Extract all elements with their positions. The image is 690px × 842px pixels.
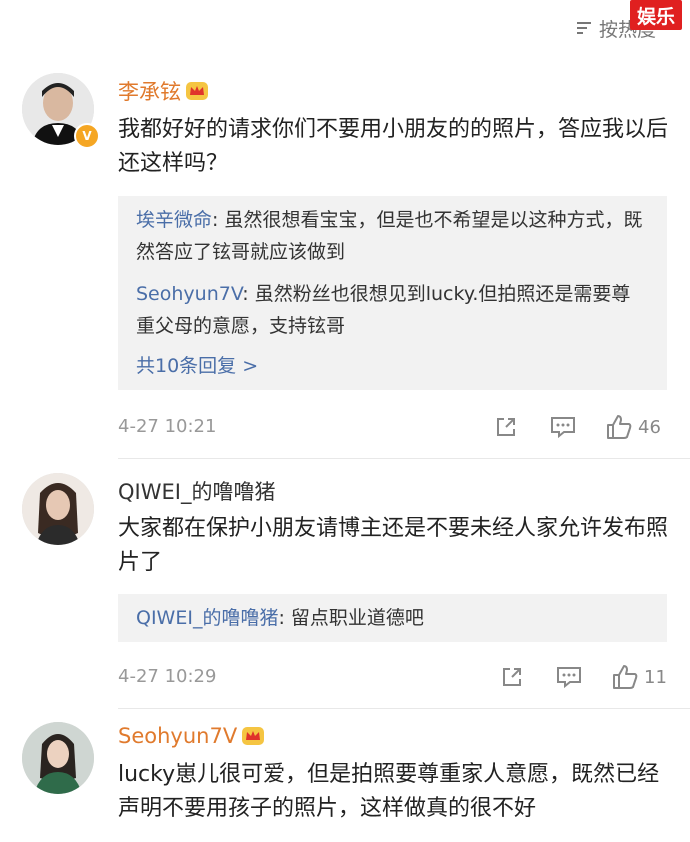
- share-icon: [503, 668, 521, 686]
- like-button[interactable]: 46: [606, 412, 661, 442]
- comment-meta: 4-27 10:21 46: [118, 412, 678, 442]
- verified-badge-icon: V: [74, 123, 100, 149]
- comment-button[interactable]: [556, 662, 582, 692]
- reply-item: Seohyun7V: 虽然粉丝也很想见到lucky.但拍照还是需要尊重父母的意愿…: [136, 283, 631, 337]
- avatar-photo-icon: [22, 722, 94, 794]
- more-replies-link[interactable]: 共10条回复 >: [136, 350, 649, 382]
- like-count: 46: [638, 416, 661, 438]
- share-button[interactable]: [494, 412, 518, 442]
- comment-username[interactable]: Seohyun7V: [118, 724, 265, 748]
- watermark-badge: 娱乐: [630, 0, 682, 30]
- reply-text: 留点职业道德吧: [290, 607, 424, 629]
- reply-username[interactable]: QIWEI_的噜噜猪: [136, 607, 278, 629]
- like-count: 11: [644, 666, 667, 688]
- like-button[interactable]: 11: [612, 662, 667, 692]
- comment-time: 4-27 10:29: [118, 666, 217, 687]
- thumbs-up-icon: [613, 665, 638, 689]
- replies-box[interactable]: 埃辛微命: 虽然很想看宝宝，但是也不希望是以这种方式，既然答应了铉哥就应该做到 …: [118, 196, 667, 390]
- vip-crown-icon: [186, 82, 208, 100]
- comment-username[interactable]: QIWEI_的噜噜猪: [118, 476, 275, 506]
- comment-button[interactable]: [550, 412, 576, 442]
- top-bar: 按热度 娱乐: [0, 0, 690, 56]
- comment-time: 4-27 10:21: [118, 416, 217, 437]
- share-icon: [497, 418, 515, 436]
- replies-box[interactable]: QIWEI_的噜噜猪: 留点职业道德吧: [118, 594, 667, 642]
- avatar-photo-icon: [22, 473, 94, 545]
- avatar[interactable]: [22, 473, 94, 545]
- comment-text: lucky崽儿很可爱，但是拍照要尊重家人意愿，既然已经声明不要用孩子的照片，这样…: [118, 762, 660, 821]
- thumbs-up-icon: [607, 415, 632, 439]
- divider: [118, 708, 690, 709]
- comment-username[interactable]: 李承铉: [118, 76, 209, 106]
- sort-lines-icon: [577, 22, 591, 34]
- vip-crown-icon: [242, 727, 265, 745]
- share-button[interactable]: [500, 662, 524, 692]
- comment-text: 我都好好的请求你们不要用小朋友的的照片，答应我以后还这样吗？: [118, 117, 669, 176]
- reply-item: QIWEI_的噜噜猪: 留点职业道德吧: [136, 607, 424, 629]
- comment-bubble-icon: [551, 417, 575, 439]
- avatar[interactable]: [22, 722, 94, 794]
- reply-item: 埃辛微命: 虽然很想看宝宝，但是也不希望是以这种方式，既然答应了铉哥就应该做到: [136, 209, 643, 263]
- comment-meta: 4-27 10:29 11: [118, 662, 678, 692]
- comment-bubble-icon: [557, 667, 581, 689]
- reply-username[interactable]: 埃辛微命: [136, 209, 212, 231]
- reply-username[interactable]: Seohyun7V: [136, 283, 242, 305]
- divider: [118, 458, 690, 459]
- comment-text: 大家都在保护小朋友请博主还是不要未经人家允许发布照片了: [118, 516, 669, 575]
